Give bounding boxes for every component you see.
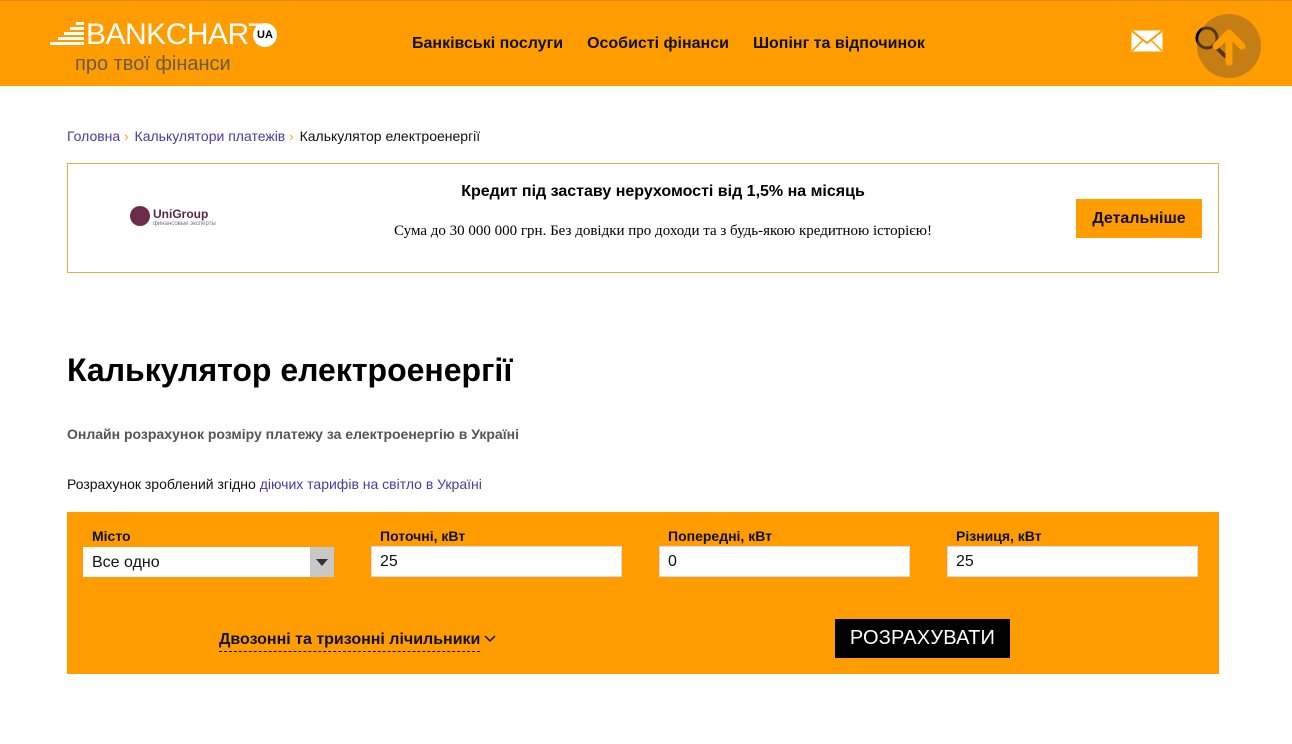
difference-label: Різниця, кВт xyxy=(956,528,1042,544)
breadcrumb-separator: › xyxy=(124,128,129,144)
tariff-note: Розрахунок зроблений згідно діючих тариф… xyxy=(67,476,482,492)
logo-bars-icon xyxy=(50,22,84,45)
main-nav: Банківські послуги Особисті фінанси Шопі… xyxy=(412,34,925,54)
multizone-toggle[interactable]: Двозонні та тризонні лічильники xyxy=(219,631,481,652)
previous-kwh-input[interactable]: 0 xyxy=(659,546,910,577)
breadcrumb-home[interactable]: Головна xyxy=(67,128,120,144)
ad-banner[interactable]: UniGroup финансовые эксперты Кредит під … xyxy=(67,163,1219,273)
ad-details-button[interactable]: Детальніше xyxy=(1076,199,1202,238)
page-title: Калькулятор електроенергії xyxy=(67,352,513,388)
logo-badge: UA xyxy=(253,23,277,47)
city-select[interactable]: Все одно xyxy=(83,547,334,577)
nav-item-personal-finance[interactable]: Особисті фінанси xyxy=(587,34,729,54)
arrow-up-icon xyxy=(1212,29,1246,66)
previous-label: Попередні, кВт xyxy=(668,528,772,544)
site-logo[interactable]: BANKCHART UA про твої фінанси xyxy=(50,18,290,78)
site-header: BANKCHART UA про твої фінанси Банківські… xyxy=(0,0,1292,86)
tariff-note-text: Розрахунок зроблений згідно xyxy=(67,476,256,492)
breadcrumb: Головна › Калькулятори платежів › Кальку… xyxy=(67,128,480,144)
logo-text: BANKCHART xyxy=(86,18,266,51)
chevron-down-icon[interactable] xyxy=(484,635,496,643)
calculate-button[interactable]: РОЗРАХУВАТИ xyxy=(835,619,1010,658)
ad-logo-name: UniGroup xyxy=(153,207,209,221)
page-subtitle: Онлайн розрахунок розміру платежу за еле… xyxy=(67,426,519,442)
city-label: Місто xyxy=(92,528,131,544)
current-kwh-input[interactable]: 25 xyxy=(371,546,622,577)
calculator-form: Місто Все одно Поточні, кВт 25 Попередні… xyxy=(67,512,1219,674)
breadcrumb-current: Калькулятор електроенергії xyxy=(299,128,481,144)
nav-item-shopping[interactable]: Шопінг та відпочинок xyxy=(753,34,925,54)
tariff-link[interactable]: діючих тарифів на світло в Україні xyxy=(260,476,482,492)
breadcrumb-separator: › xyxy=(289,128,294,144)
city-select-value: Все одно xyxy=(92,554,160,571)
logo-tagline: про твої фінанси xyxy=(75,53,231,75)
breadcrumb-calculators[interactable]: Калькулятори платежів xyxy=(135,128,286,144)
difference-kwh-input[interactable]: 25 xyxy=(947,546,1198,577)
dropdown-arrow-icon[interactable] xyxy=(310,547,334,577)
nav-item-banking[interactable]: Банківські послуги xyxy=(412,34,563,54)
mail-icon[interactable] xyxy=(1131,30,1163,52)
current-label: Поточні, кВт xyxy=(380,528,466,544)
scroll-to-top-button[interactable] xyxy=(1197,14,1261,78)
